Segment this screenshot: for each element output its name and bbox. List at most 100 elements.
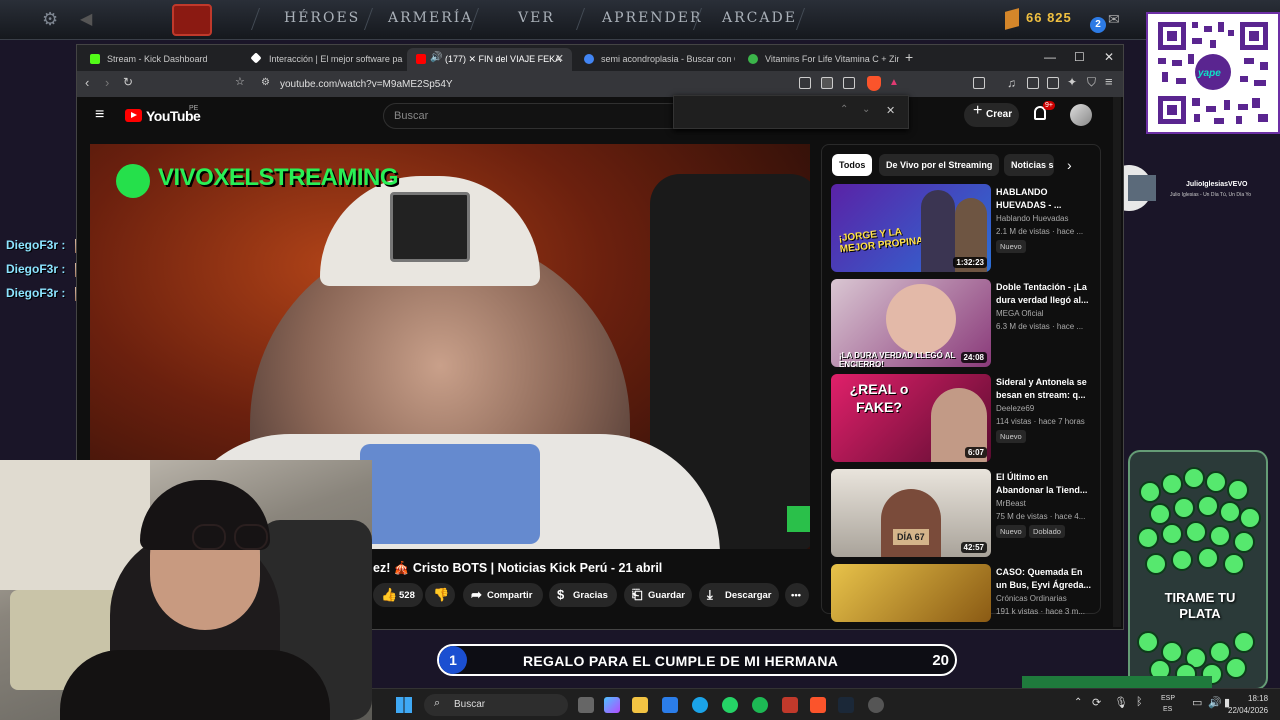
settings-gear-icon[interactable]: ⚙ [42, 9, 58, 30]
now-playing-widget: JulioIglesiasVEVO Julio Iglesias - Un Dí… [1106, 165, 1280, 211]
tab-google-search[interactable]: semi acondroplasia - Buscar con Goo [575, 48, 735, 71]
store-icon[interactable] [662, 697, 678, 713]
region-code[interactable]: ES [1163, 706, 1172, 713]
nav-heroes[interactable]: HÉROES [284, 10, 360, 26]
goal-rank: 1 [439, 646, 467, 674]
tab-interaccion[interactable]: Interacción | El mejor software para p [243, 48, 403, 71]
music-icon[interactable]: ♫ [1007, 76, 1016, 90]
forward-icon[interactable]: › [105, 75, 109, 90]
dota-logo[interactable] [172, 4, 212, 36]
account-avatar[interactable] [1070, 104, 1092, 126]
copilot-icon[interactable] [604, 697, 620, 713]
youtube-logo-icon[interactable] [125, 109, 142, 122]
friends-badge[interactable]: 2 [1090, 17, 1106, 33]
rec-title: El Último en Abandonar la Tiend... [996, 472, 1088, 495]
screenshot-icon[interactable] [973, 77, 985, 89]
maximize-icon[interactable]: ☐ [1074, 50, 1085, 64]
save-button[interactable]: ⎗ Guardar [624, 583, 692, 607]
find-close-icon[interactable]: ✕ [886, 104, 895, 117]
settings-app-icon[interactable] [868, 697, 884, 713]
nav-armory[interactable]: ARMERÍA [388, 10, 473, 26]
nav-watch[interactable]: VER [518, 10, 555, 26]
windows-start-icon[interactable] [396, 697, 412, 713]
brave-rewards-icon[interactable]: ▲ [889, 77, 899, 88]
rec-video[interactable]: DÍA 67 42:57 El Último en Abandonar la T… [831, 469, 1103, 557]
mail-icon[interactable]: ✉ [1108, 11, 1120, 28]
file-explorer-icon[interactable] [632, 697, 648, 713]
thanks-button[interactable]: $ Gracias [549, 583, 617, 607]
url-field[interactable]: youtube.com/watch?v=M9aME2Sp54Y [280, 79, 453, 90]
page-scrollbar[interactable] [1113, 97, 1121, 627]
back-arrow-icon[interactable]: ◀ [80, 9, 92, 29]
task-view-icon[interactable] [578, 697, 594, 713]
close-tab-icon[interactable]: ✕ [555, 52, 564, 65]
rec-video[interactable]: ¡JORGE Y LA MEJOR PROPINA! 1:32:23 HABLA… [831, 184, 1103, 272]
network-icon[interactable]: ▭ [1192, 696, 1202, 709]
menu-icon[interactable]: ≡ [1105, 74, 1113, 89]
edge-icon[interactable] [692, 697, 708, 713]
leo-ai-icon[interactable]: ✦ [1067, 75, 1077, 89]
new-tab-icon[interactable]: + [905, 49, 913, 65]
site-info-icon[interactable]: ⚙ [261, 77, 270, 88]
brave-shield-icon[interactable] [867, 76, 881, 91]
interaccion-favicon-icon [250, 52, 262, 64]
rec-channel: Hablando Huevadas [996, 214, 1069, 223]
tray-chevron-icon[interactable]: ⌃ [1074, 697, 1082, 708]
language-code[interactable]: ESP [1161, 695, 1175, 702]
tab-kick-dashboard[interactable]: Stream - Kick Dashboard [81, 48, 241, 71]
microphone-icon[interactable]: 🎙 [1114, 696, 1128, 709]
reader-mode-icon[interactable] [821, 77, 833, 89]
tab-label: Interacción | El mejor software para p [269, 54, 403, 64]
tab-youtube-active[interactable]: 🔊 (177) ✕ FIN del VIAJE FEKA ✕ [407, 48, 572, 71]
vpn-icon[interactable]: ⛉ [1087, 75, 1096, 90]
clock-date[interactable]: 22/04/2026 [1228, 706, 1268, 715]
minimize-icon[interactable]: — [1044, 50, 1056, 64]
rec-thumbnail: ¡LA DURA VERDAD LLEGÓ AL ENCIERRO! 24:08 [831, 279, 991, 367]
chip-all[interactable]: Todos [832, 154, 873, 176]
whatsapp-icon[interactable] [722, 697, 738, 713]
reload-icon[interactable]: ↻ [123, 75, 133, 89]
rec-video[interactable]: ¡LA DURA VERDAD LLEGÓ AL ENCIERRO! 24:08… [831, 279, 1103, 367]
like-button[interactable]: 👍 528 [373, 583, 423, 607]
back-icon[interactable]: ‹ [85, 75, 89, 90]
yape-logo-text: yape [1198, 68, 1221, 79]
audio-playing-icon[interactable]: 🔊 [430, 52, 442, 63]
dislike-button[interactable]: 👎 [425, 583, 455, 607]
tab-vitamins[interactable]: Vitamins For Life Vitamina C + Zinc N [739, 48, 899, 71]
update-icon[interactable]: ⟳ [1092, 696, 1101, 709]
chips-next-icon[interactable]: › [1067, 157, 1072, 173]
more-actions-button[interactable]: ••• [785, 583, 809, 607]
dota-icon[interactable] [782, 697, 798, 713]
nav-arcade[interactable]: ARCADE [722, 10, 797, 26]
steam-icon[interactable] [838, 697, 854, 713]
find-down-icon[interactable]: ⌄ [862, 104, 870, 115]
clock-time[interactable]: 18:18 [1248, 694, 1268, 703]
plus-icon: + [973, 102, 983, 119]
taskbar-search[interactable]: Buscar [424, 694, 568, 716]
download-button[interactable]: ⤓ Descargar [699, 583, 779, 607]
sidebar-icon[interactable] [1027, 77, 1039, 89]
find-up-icon[interactable]: ⌃ [840, 104, 848, 115]
person-shoulders [60, 650, 330, 720]
nav-learn[interactable]: APRENDER [602, 10, 703, 26]
wallet-icon[interactable] [1047, 77, 1059, 89]
hamburger-menu-icon[interactable]: ≡ [95, 106, 104, 124]
bookmark-icon[interactable]: ☆ [235, 75, 245, 88]
rec-video[interactable]: CASO: Quemada En un Bus, Eyvi Ágreda... … [831, 564, 1103, 624]
yape-qr-code: yape [1146, 12, 1280, 134]
spotify-icon[interactable] [752, 697, 768, 713]
thumb-person [921, 190, 955, 272]
chip-de-vivo[interactable]: De Vivo por el Streaming [879, 154, 1000, 176]
rec-video[interactable]: ¿REAL o FAKE? 6:07 Sideral y Antonela se… [831, 374, 1103, 462]
close-window-icon[interactable]: ✕ [1104, 50, 1114, 64]
youtube-favicon-icon [416, 54, 426, 64]
brave-icon[interactable] [810, 697, 826, 713]
chip-noticias[interactable]: Noticias s [1004, 154, 1054, 176]
share-button[interactable]: ➦ Compartir [463, 583, 543, 607]
rec-thumbnail [831, 564, 991, 622]
share-icon[interactable] [843, 77, 855, 89]
thumbs-up-icon: 👍 [381, 587, 398, 602]
cast-icon[interactable] [799, 77, 811, 89]
bluetooth-icon[interactable]: ᛒ [1136, 696, 1143, 708]
volume-icon[interactable]: 🔊 [1208, 696, 1222, 709]
